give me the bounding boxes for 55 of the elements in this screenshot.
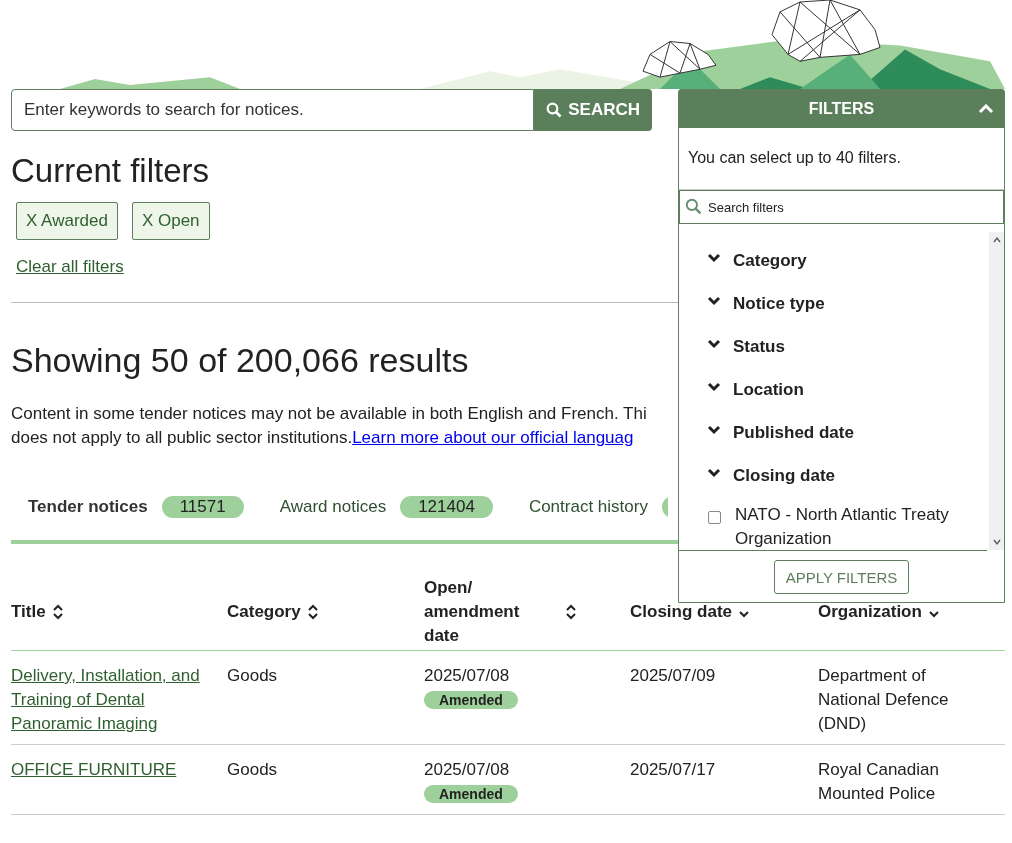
search-icon <box>546 102 563 118</box>
column-header[interactable]: Open/ amendment date <box>424 576 559 648</box>
column-header[interactable]: Title <box>11 600 46 624</box>
clear-filters-link[interactable]: Clear all filters <box>16 257 124 277</box>
search-button[interactable]: SEARCH <box>534 89 652 131</box>
checkbox[interactable] <box>708 511 721 524</box>
column-header[interactable]: Closing date <box>630 600 732 624</box>
filter-chip[interactable]: X Open <box>131 202 210 240</box>
languages-link[interactable]: Learn more about our official languag <box>352 428 634 447</box>
filters-header[interactable]: FILTERS <box>679 90 1004 128</box>
chevron-icon[interactable] <box>707 382 721 392</box>
filter-group[interactable]: Category <box>733 248 807 273</box>
table-cell: Royal Canadian Mounted Police <box>818 760 939 803</box>
results-heading: Showing 50 of 200,066 results <box>11 340 469 380</box>
count-badge: 121404 <box>400 496 493 518</box>
chevron-icon[interactable] <box>707 296 721 306</box>
sort-icon[interactable] <box>51 604 64 620</box>
notice-text: does not apply to all public sector institutions. <box>11 428 353 447</box>
column-header[interactable]: Category <box>227 600 301 624</box>
filter-search-field[interactable]: Search filters <box>679 190 1004 224</box>
scroll-down-icon[interactable] <box>991 538 1002 546</box>
column-header[interactable]: Organization <box>818 600 922 624</box>
notice-text: Content in some tender notices may not be available in both English and French. Thi <box>11 403 648 425</box>
filter-group[interactable]: Status <box>733 334 785 359</box>
filter-option[interactable]: NATO - North Atlantic Treaty Organization <box>735 503 987 551</box>
status-badge: Amended <box>424 785 518 803</box>
scrollbar[interactable] <box>989 232 1004 550</box>
apply-filters-button[interactable]: APPLY FILTERS <box>773 560 910 594</box>
table-cell: Goods <box>227 666 278 685</box>
notice-title-link[interactable]: Delivery, Installation, and Training of Dental Panoramic Imaging <box>11 664 219 736</box>
chevron-icon[interactable] <box>707 468 721 478</box>
table-cell: Goods <box>227 760 278 779</box>
count-badge: 11571 <box>161 496 244 518</box>
notice-title-link[interactable]: OFFICE FURNITURE <box>11 758 219 782</box>
chevron-icon[interactable] <box>707 253 721 263</box>
status-badge: Amended <box>424 691 518 709</box>
filter-group[interactable]: Location <box>733 377 804 402</box>
table-cell-text: 2025/07/08 <box>424 759 511 781</box>
table-cell: 2025/07/09 <box>630 666 716 685</box>
chevron-icon[interactable] <box>707 425 721 435</box>
sort-icon[interactable] <box>306 604 319 620</box>
table-cell: Department of National Defence (DND) <box>818 666 949 733</box>
section-heading: Current filters <box>11 151 210 191</box>
scroll-up-icon[interactable] <box>991 236 1002 244</box>
table-cell: 2025/07/17 <box>630 760 716 779</box>
filter-chip[interactable]: X Awarded <box>16 202 118 240</box>
search-field[interactable]: Enter keywords to search for notices. <box>11 89 535 131</box>
collapse-caret-icon[interactable] <box>978 104 994 114</box>
tab[interactable]: Award notices 121404 <box>279 495 493 519</box>
chevron-icon[interactable] <box>707 339 721 349</box>
filter-group[interactable]: Notice type <box>733 291 825 316</box>
sort-icon[interactable] <box>565 604 577 620</box>
filter-group[interactable]: Published date <box>733 420 854 445</box>
table-cell-text: 2025/07/08 <box>424 665 511 687</box>
filter-group[interactable]: Closing date <box>733 463 835 488</box>
